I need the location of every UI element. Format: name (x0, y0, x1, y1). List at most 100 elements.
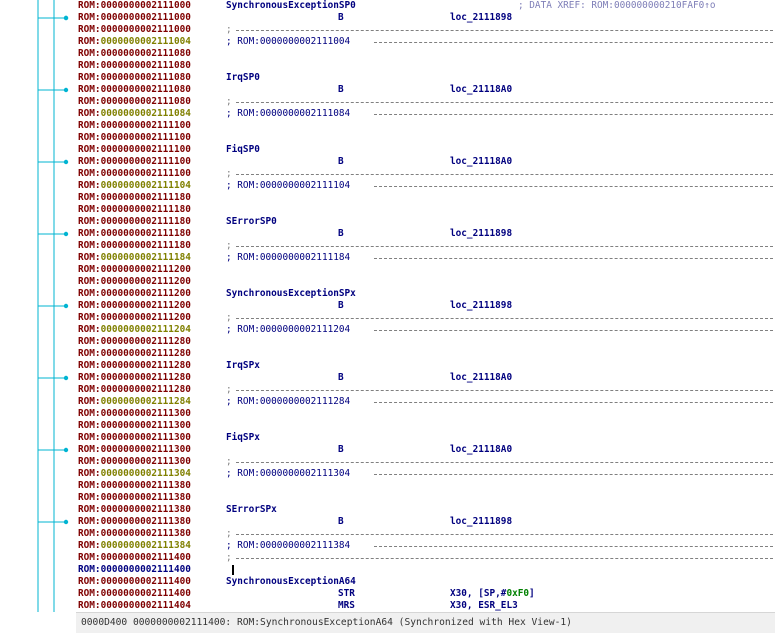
listing-line[interactable]: ROM:0000000002111284 ; ROM:00000000021112… (78, 396, 775, 408)
separator-line (374, 114, 773, 115)
listing-line[interactable]: ROM:0000000002111280 IrqSPx (78, 360, 775, 372)
instruction-operands[interactable]: loc_2111898 (450, 300, 512, 312)
line-address: ROM:0000000002111104 (78, 180, 191, 192)
flow-dot (63, 159, 69, 165)
listing-line[interactable]: ROM:0000000002111280 Bloc_21118A0 (78, 372, 775, 384)
listing-line[interactable]: ROM:0000000002111400; (78, 552, 775, 564)
listing-line[interactable]: ROM:0000000002111100 (78, 120, 775, 132)
listing-line[interactable]: ROM:0000000002111380 SErrorSPx (78, 504, 775, 516)
line-address: ROM:0000000002111200 (78, 288, 191, 300)
listing-line[interactable]: ROM:0000000002111000 Bloc_2111898 (78, 12, 775, 24)
line-address: ROM:0000000002111084 (78, 108, 191, 120)
immediate-value: 0xF0 (506, 588, 530, 599)
listing-line[interactable]: ROM:0000000002111084 ; ROM:00000000021110… (78, 108, 775, 120)
address-value: 0000000002111380 (100, 516, 191, 527)
line-address: ROM:0000000002111380 (78, 528, 191, 540)
listing-line[interactable]: ROM:0000000002111380 Bloc_2111898 (78, 516, 775, 528)
listing-line[interactable]: ROM:0000000002111204 ; ROM:00000000021112… (78, 324, 775, 336)
segment-prefix: ROM: (78, 312, 101, 323)
instruction-operands[interactable]: X30, ESR_EL3 (450, 600, 518, 612)
listing-line[interactable]: ROM:0000000002111404 MRS X30, ESR_EL3 (78, 600, 775, 612)
listing-line[interactable]: ROM:0000000002111200 Bloc_2111898 (78, 300, 775, 312)
line-address: ROM:0000000002111284 (78, 396, 191, 408)
disassembly-listing[interactable]: ROM: 0000000002111000 SynchronousException… (78, 0, 775, 612)
operand-text: X30, ESR_EL3 (450, 600, 518, 611)
listing-line[interactable]: ROM:0000000002111100 FiqSP0 (78, 144, 775, 156)
line-address: ROM:0000000002111380 (78, 492, 191, 504)
listing-line[interactable]: ROM:0000000002111100 (78, 132, 775, 144)
segment-prefix: ROM: (78, 252, 101, 263)
listing-line[interactable]: ROM:0000000002111004 ; ROM:00000000021110… (78, 36, 775, 48)
listing-line[interactable]: ROM:0000000002111180 (78, 192, 775, 204)
listing-line[interactable]: ROM:0000000002111300; (78, 456, 775, 468)
segment-prefix: ROM: (78, 84, 101, 95)
listing-line[interactable]: ROM:0000000002111380; (78, 528, 775, 540)
label-name: SynchronousExceptionSP0 (226, 0, 356, 11)
segment-prefix: ROM: (78, 576, 101, 587)
instruction-operands[interactable]: loc_2111898 (450, 12, 512, 24)
listing-line[interactable]: ROM:0000000002111304 ; ROM:00000000021113… (78, 468, 775, 480)
listing-line[interactable]: ROM:0000000002111380 (78, 480, 775, 492)
listing-line[interactable]: ROM:0000000002111300 (78, 408, 775, 420)
line-address: ROM:0000000002111080 (78, 48, 191, 60)
listing-line[interactable]: ROM:0000000002111100 Bloc_21118A0 (78, 156, 775, 168)
listing-line[interactable]: ROM:0000000002111380 (78, 492, 775, 504)
operand-text: loc_21118A0 (450, 156, 513, 167)
line-address: ROM:0000000002111004 (78, 36, 191, 48)
listing-line[interactable]: ROM:0000000002111280; (78, 384, 775, 396)
listing-line[interactable]: ROM:0000000002111080 (78, 60, 775, 72)
listing-line[interactable]: ROM:0000000002111080 IrqSP0 (78, 72, 775, 84)
instruction-operands[interactable]: X30, [SP,#0xF0] (450, 588, 535, 600)
segment-prefix: ROM: (78, 552, 101, 563)
gutter-bottom (0, 612, 76, 633)
instruction-operands[interactable]: loc_21118A0 (450, 156, 512, 168)
listing-line[interactable]: ROM:0000000002111180 Bloc_2111898 (78, 228, 775, 240)
listing-line[interactable]: ROM:0000000002111200 (78, 264, 775, 276)
listing-line[interactable]: ROM:0000000002111180; (78, 240, 775, 252)
listing-line[interactable]: ROM:0000000002111000 SynchronousException… (78, 0, 775, 12)
listing-line[interactable]: ROM:0000000002111200 (78, 276, 775, 288)
operand-text: loc_2111898 (450, 12, 513, 23)
address-value: 0000000002111204 (100, 324, 191, 335)
segment-prefix: ROM: (78, 144, 101, 155)
listing-line[interactable]: ROM:0000000002111280 (78, 348, 775, 360)
text-cursor (232, 565, 234, 575)
separator-line (374, 546, 773, 547)
listing-line[interactable]: ROM:0000000002111080 (78, 48, 775, 60)
instruction-operands[interactable]: loc_21118A0 (450, 444, 512, 456)
line-address: ROM:0000000002111280 (78, 384, 191, 396)
listing-line[interactable]: ROM:0000000002111000; (78, 24, 775, 36)
listing-line[interactable]: ROM:0000000002111200 SynchronousException… (78, 288, 775, 300)
listing-line[interactable]: ROM:0000000002111400 STR X30, [SP,#0xF0] (78, 588, 775, 600)
instruction-operands[interactable]: loc_2111898 (450, 516, 512, 528)
address-value: 0000000002111100 (100, 156, 191, 167)
separator-line (236, 534, 773, 535)
listing-line[interactable]: ROM:0000000002111104 ; ROM:00000000021111… (78, 180, 775, 192)
address-value: 0000000002111000 (100, 24, 191, 35)
instruction-operands[interactable]: loc_21118A0 (450, 84, 512, 96)
listing-line[interactable]: ROM:0000000002111300 FiqSPx (78, 432, 775, 444)
instruction-operands[interactable]: loc_2111898 (450, 228, 512, 240)
listing-line[interactable]: ROM:0000000002111180 (78, 204, 775, 216)
listing-line[interactable]: ROM:0000000002111400 (78, 564, 775, 576)
address-value: 0000000002111380 (100, 480, 191, 491)
segment-prefix: ROM: (78, 288, 101, 299)
listing-line[interactable]: ROM:0000000002111400 SynchronousException… (78, 576, 775, 588)
listing-line[interactable]: ROM:0000000002111100; (78, 168, 775, 180)
operand-text: loc_2111898 (450, 516, 513, 527)
listing-line[interactable]: ROM:0000000002111200; (78, 312, 775, 324)
operand-text: X30, [SP,# (450, 588, 507, 599)
listing-line[interactable]: ROM:0000000002111300 Bloc_21118A0 (78, 444, 775, 456)
address-value: 0000000002111080 (100, 96, 191, 107)
listing-line[interactable]: ROM:0000000002111184 ; ROM:00000000021111… (78, 252, 775, 264)
listing-line[interactable]: ROM:0000000002111280 (78, 336, 775, 348)
separator-line (374, 330, 773, 331)
listing-line[interactable]: ROM:0000000002111080 Bloc_21118A0 (78, 84, 775, 96)
instruction-operands[interactable]: loc_21118A0 (450, 372, 512, 384)
listing-line[interactable]: ROM:0000000002111300 (78, 420, 775, 432)
separator-line (236, 390, 773, 391)
listing-line[interactable]: ROM:0000000002111080; (78, 96, 775, 108)
listing-line[interactable]: ROM:0000000002111384 ; ROM:00000000021113… (78, 540, 775, 552)
listing-line[interactable]: ROM:0000000002111180 SErrorSP0 (78, 216, 775, 228)
segment-prefix: ROM: (78, 348, 101, 359)
